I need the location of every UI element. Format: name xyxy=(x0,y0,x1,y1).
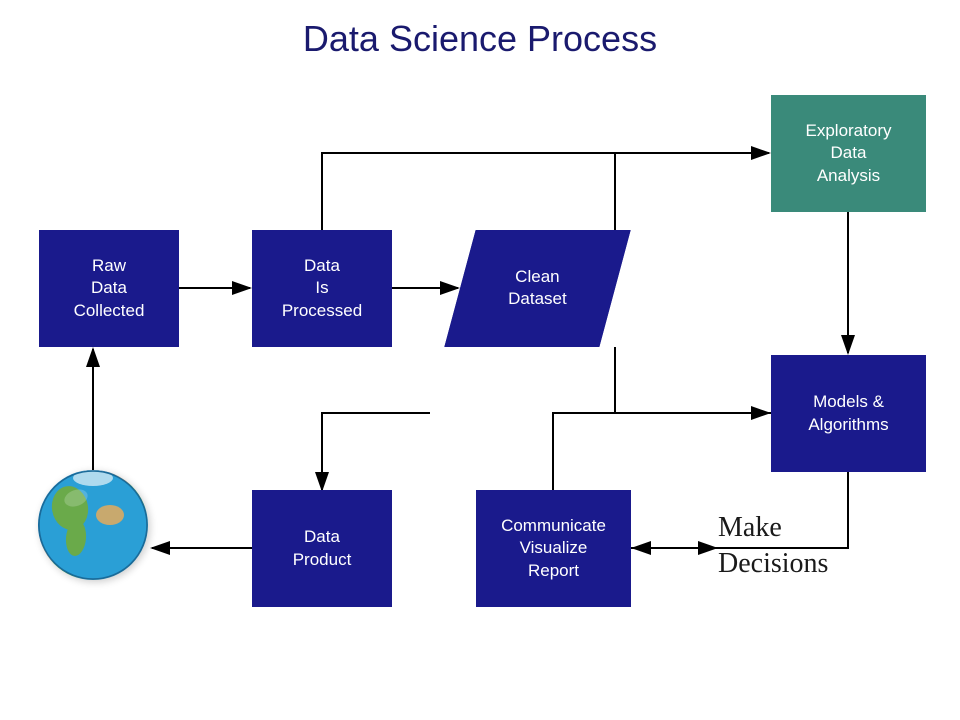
data-product-box: Data Product xyxy=(252,490,392,607)
globe-icon xyxy=(38,470,148,580)
page-title: Data Science Process xyxy=(0,0,960,60)
clean-dataset-box: Clean Dataset xyxy=(444,230,630,347)
make-decisions-label: MakeDecisions xyxy=(718,510,828,583)
communicate-box: Communicate Visualize Report xyxy=(476,490,631,607)
models-algorithms-box: Models & Algorithms xyxy=(771,355,926,472)
exploratory-analysis-box: Exploratory Data Analysis xyxy=(771,95,926,212)
data-processed-box: Data Is Processed xyxy=(252,230,392,347)
raw-data-box: Raw Data Collected xyxy=(39,230,179,347)
